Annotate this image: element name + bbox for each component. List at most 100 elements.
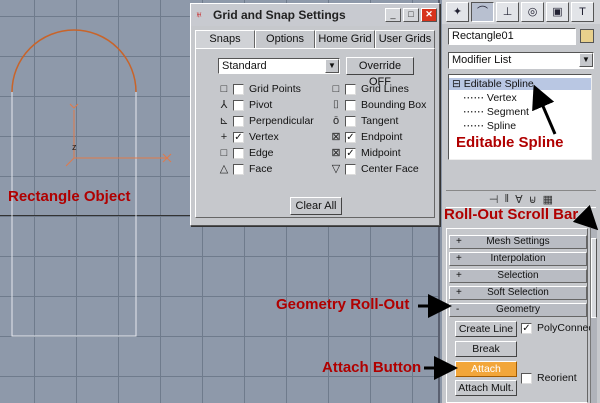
snap-option[interactable]: □ Grid Points [218, 81, 301, 97]
stack-item-editable-spline[interactable]: ⊟ Editable Spline [449, 78, 591, 90]
close-button[interactable]: ✕ [421, 8, 437, 22]
snap-checkbox[interactable] [345, 83, 356, 95]
rollout-header[interactable]: + Selection [449, 269, 587, 283]
create-line-button[interactable]: Create Line [455, 321, 517, 337]
snap-checkbox[interactable] [345, 99, 356, 111]
snap-checkbox[interactable]: ✓ [345, 147, 356, 159]
stack-segment-label: Segment [486, 106, 529, 118]
tab-user-grids[interactable]: User Grids [375, 30, 435, 48]
modify-tab-icon[interactable]: ⌒ [471, 2, 494, 22]
clear-all-button[interactable]: Clear All [290, 197, 342, 215]
rollout-header[interactable]: - Geometry [449, 303, 587, 317]
snap-checkbox[interactable] [345, 163, 356, 175]
snap-checkbox[interactable]: ✓ [233, 131, 244, 143]
snap-type-value: Standard [222, 60, 267, 72]
override-button[interactable]: Override OFF [346, 57, 414, 88]
object-name-input[interactable]: Rectangle01 [448, 28, 576, 45]
snap-option[interactable]: + ✓ Vertex [218, 129, 279, 145]
rollout-header[interactable]: + Interpolation [449, 252, 587, 266]
snap-checkbox[interactable] [233, 99, 244, 111]
reorient-check[interactable] [521, 372, 532, 384]
snap-checkbox[interactable] [233, 163, 244, 175]
snap-type-dropdown[interactable]: Standard ▼ [218, 58, 340, 74]
snap-option[interactable]: ⊠ ✓ Midpoint [330, 145, 401, 161]
snap-option[interactable]: □ Grid Lines [330, 81, 409, 97]
polyconnect-label: PolyConnect [537, 322, 597, 334]
stack-item-spline[interactable]: ⋯⋯ Spline [463, 120, 516, 132]
polyconnect-check[interactable]: ✓ [521, 322, 532, 334]
reorient-label: Reorient [537, 372, 577, 384]
snap-icon: ⊠ [331, 147, 341, 159]
tab-options[interactable]: Options [255, 30, 315, 48]
polyconnect-checkbox[interactable]: ✓ PolyConnect [521, 322, 597, 334]
reorient-checkbox[interactable]: Reorient [521, 372, 577, 384]
tab-home-grid[interactable]: Home Grid [315, 30, 375, 48]
chevron-down-icon: ▼ [579, 53, 593, 67]
snap-label: Vertex [249, 131, 279, 143]
snap-option[interactable]: □ Edge [218, 145, 274, 161]
remove-modifier-icon[interactable]: ⊌ [529, 193, 537, 206]
snap-checkbox[interactable] [345, 115, 356, 127]
stack-item-vertex[interactable]: ⋯⋯ Vertex [463, 92, 517, 104]
annotation-rectangle-object: Rectangle Object [8, 188, 131, 205]
snap-label: Endpoint [361, 131, 403, 143]
snap-option[interactable]: △ Face [218, 161, 273, 177]
object-color-swatch[interactable] [580, 29, 594, 43]
pin-stack-icon[interactable]: ⊣ [489, 193, 499, 206]
configure-modifier-sets-icon[interactable]: ▦ [543, 193, 553, 206]
tab-snaps[interactable]: Snaps [195, 30, 255, 48]
dialog-title: Grid and Snap Settings [213, 8, 346, 22]
dialog-titlebar[interactable]: ♅ Grid and Snap Settings _ □ ✕ [191, 4, 439, 26]
snap-checkbox[interactable] [233, 83, 244, 95]
snap-label: Grid Points [249, 83, 301, 95]
snap-icon: ⊾ [219, 115, 229, 127]
modifier-list-value: Modifier List [452, 54, 512, 66]
hierarchy-tab-icon[interactable]: ⊥ [496, 2, 519, 22]
snap-label: Grid Lines [361, 83, 409, 95]
rollout-header[interactable]: + Mesh Settings [449, 235, 587, 249]
rollout-header[interactable]: + Soft Selection [449, 286, 587, 300]
stack-vertex-label: Vertex [486, 92, 517, 104]
rollout-toggle-icon: + [456, 270, 462, 281]
snap-option[interactable]: ⌷ Bounding Box [330, 97, 427, 113]
snap-icon: ⊠ [331, 131, 341, 143]
rollout-toggle-icon: + [456, 236, 462, 247]
attach-mult-button[interactable]: Attach Mult. [455, 380, 517, 396]
snap-label: Midpoint [361, 147, 401, 159]
create-tab-icon[interactable]: ✦ [446, 2, 469, 22]
rollout-toggle-icon: - [456, 304, 460, 315]
utilities-tab-icon[interactable]: T [571, 2, 594, 22]
rollout-toggle-icon: + [456, 287, 462, 298]
attach-button[interactable]: Attach [455, 361, 517, 377]
snap-icon: □ [332, 83, 340, 95]
display-tab-icon[interactable]: ▣ [546, 2, 569, 22]
annotation-rollout-scroll-bar: Roll-Out Scroll Bar [444, 206, 579, 223]
minimize-button[interactable]: _ [385, 8, 401, 22]
snap-label: Perpendicular [249, 115, 314, 127]
snap-option[interactable]: ▽ Center Face [330, 161, 419, 177]
break-button[interactable]: Break [455, 341, 517, 357]
maximize-button[interactable]: □ [403, 8, 419, 22]
annotation-geometry-rollout: Geometry Roll-Out [276, 296, 410, 313]
snap-checkbox[interactable] [233, 147, 244, 159]
make-unique-icon[interactable]: ∀ [515, 193, 523, 206]
rollout-label: Mesh Settings [486, 236, 550, 247]
scroll-thumb[interactable] [591, 238, 597, 318]
rollout-area: + Mesh Settings + Interpolation + Selection + S… [446, 228, 597, 403]
snap-icon: ⌷ [332, 99, 340, 111]
show-end-result-icon[interactable]: ‖ [505, 193, 510, 205]
snap-label: Face [249, 163, 273, 175]
snap-option[interactable]: ⊾ Perpendicular [218, 113, 314, 129]
snap-option[interactable]: ⊠ ✓ Endpoint [330, 129, 402, 145]
modifier-list-dropdown[interactable]: Modifier List ▼ [448, 52, 594, 69]
rollout-scroll-bar[interactable] [590, 228, 597, 403]
snap-option[interactable]: ⅄ Pivot [218, 97, 273, 113]
snap-label: Pivot [249, 99, 273, 111]
snap-checkbox[interactable]: ✓ [345, 131, 356, 143]
axis-label-z: z [72, 142, 77, 152]
snap-checkbox[interactable] [233, 115, 244, 127]
stack-item-segment[interactable]: ⋯⋯ Segment [463, 106, 529, 118]
snap-option[interactable]: ō Tangent [330, 113, 398, 129]
snap-icon: ō [332, 115, 340, 127]
motion-tab-icon[interactable]: ◎ [521, 2, 544, 22]
